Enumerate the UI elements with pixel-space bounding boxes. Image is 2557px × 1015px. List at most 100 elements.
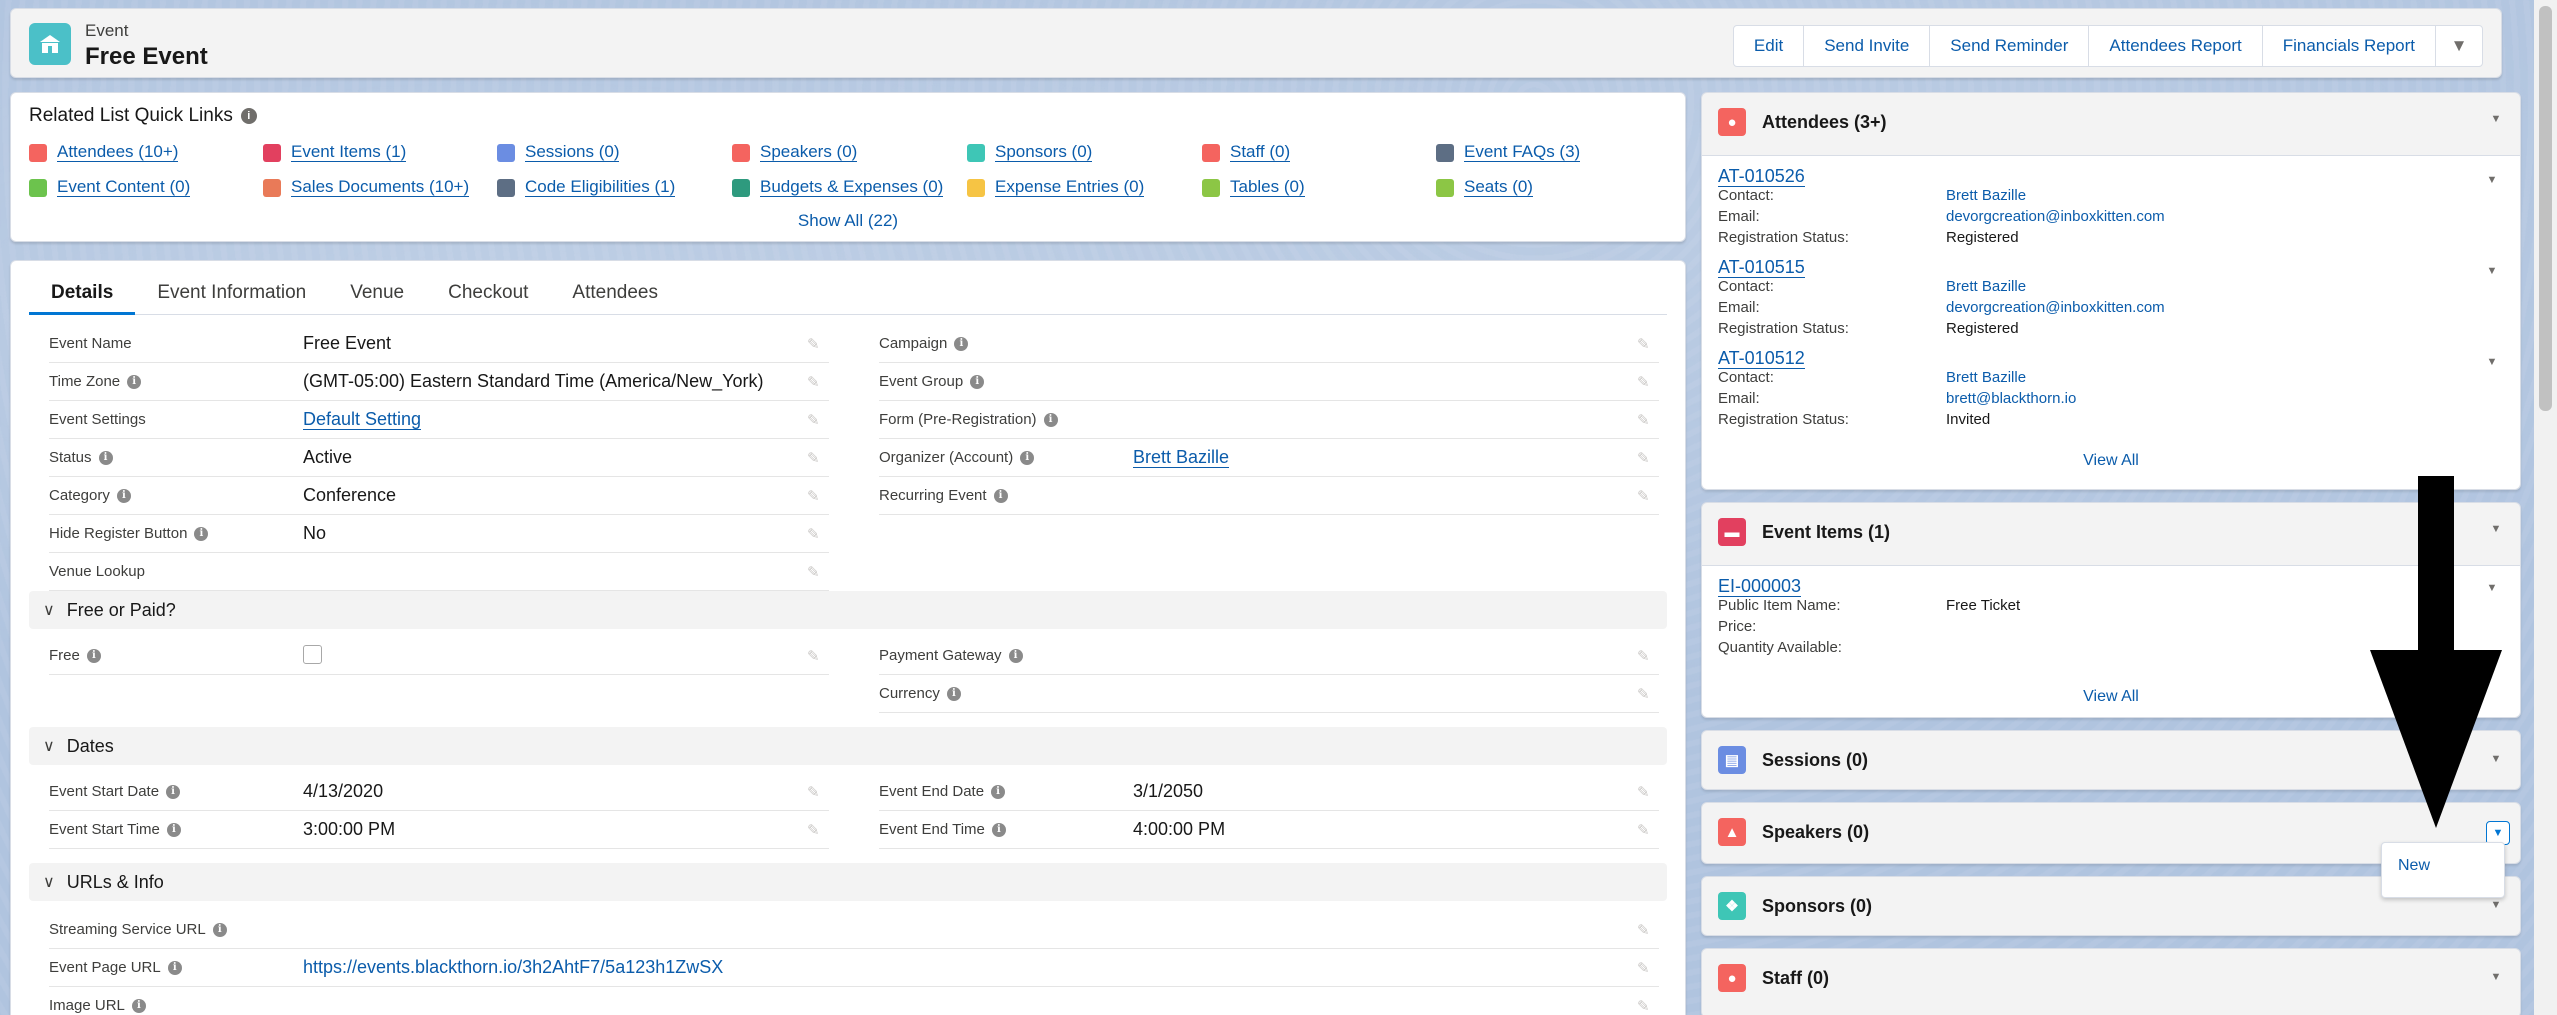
info-icon[interactable]: i: [166, 784, 181, 799]
quick-link-label[interactable]: Tables (0): [1230, 178, 1305, 197]
edit-pencil-icon[interactable]: ✎: [807, 449, 823, 467]
section-urls-info[interactable]: ∨ URLs & Info: [29, 863, 1667, 901]
info-icon[interactable]: i: [166, 822, 181, 837]
tab-checkout[interactable]: Checkout: [426, 271, 550, 314]
quick-link-label[interactable]: Staff (0): [1230, 143, 1291, 162]
contact-link[interactable]: Brett Bazille: [1946, 369, 2026, 386]
quick-link[interactable]: Expense Entries (0): [967, 178, 1145, 197]
email-link[interactable]: devorgcreation@inboxkitten.com: [1946, 299, 2165, 316]
edit-pencil-icon[interactable]: ✎: [1637, 783, 1653, 801]
info-icon[interactable]: i: [1020, 450, 1035, 465]
info-icon[interactable]: i: [194, 526, 209, 541]
info-icon[interactable]: i: [970, 374, 985, 389]
edit-pencil-icon[interactable]: ✎: [1637, 449, 1653, 467]
page-scrollbar[interactable]: [2534, 0, 2557, 1015]
quick-link-label[interactable]: Expense Entries (0): [995, 178, 1145, 197]
quick-link-label[interactable]: Sales Documents (10+): [291, 178, 470, 197]
view-all-link[interactable]: View All: [1702, 452, 2520, 470]
event-page-url-link[interactable]: https://events.blackthorn.io/3h2AhtF7/5a…: [303, 957, 723, 978]
info-icon[interactable]: i: [131, 998, 146, 1013]
info-icon[interactable]: i: [1008, 648, 1023, 663]
info-icon[interactable]: i: [127, 374, 142, 389]
tab-venue[interactable]: Venue: [328, 271, 426, 314]
contact-link[interactable]: Brett Bazille: [1946, 278, 2026, 295]
edit-pencil-icon[interactable]: ✎: [1637, 821, 1653, 839]
card-title[interactable]: Sponsors (0): [1762, 896, 1872, 917]
edit-pencil-icon[interactable]: ✎: [807, 783, 823, 801]
quick-link-label[interactable]: Budgets & Expenses (0): [760, 178, 944, 197]
quick-link[interactable]: Event FAQs (3): [1436, 143, 1581, 162]
field-value-link[interactable]: Brett Bazille: [1133, 447, 1230, 468]
quick-link[interactable]: Tables (0): [1202, 178, 1305, 197]
edit-pencil-icon[interactable]: ✎: [1637, 487, 1653, 505]
more-actions-chevron-down-icon[interactable]: ▼: [2436, 26, 2482, 66]
info-icon[interactable]: i: [116, 488, 131, 503]
edit-pencil-icon[interactable]: ✎: [1637, 997, 1653, 1015]
info-icon[interactable]: i: [98, 450, 113, 465]
record-id-link[interactable]: AT-010515: [1718, 257, 1805, 278]
info-icon[interactable]: i: [240, 107, 257, 124]
edit-pencil-icon[interactable]: ✎: [807, 335, 823, 353]
quick-link-label[interactable]: Speakers (0): [760, 143, 858, 162]
quick-link-label[interactable]: Sessions (0): [525, 143, 620, 162]
info-icon[interactable]: i: [946, 686, 961, 701]
quick-link-label[interactable]: Code Eligibilities (1): [525, 178, 676, 197]
show-all-link[interactable]: Show All (22): [11, 211, 1685, 231]
tab-event-information[interactable]: Event Information: [135, 271, 328, 314]
free-checkbox[interactable]: [303, 645, 322, 669]
record-menu-chevron-down-icon[interactable]: ▼: [2480, 259, 2504, 283]
quick-link[interactable]: Seats (0): [1436, 178, 1533, 197]
card-title[interactable]: Attendees (3+): [1762, 112, 1887, 133]
quick-link[interactable]: Speakers (0): [732, 143, 858, 162]
field-value-link[interactable]: Default Setting: [303, 409, 422, 430]
edit-pencil-icon[interactable]: ✎: [807, 487, 823, 505]
edit-pencil-icon[interactable]: ✎: [1637, 373, 1653, 391]
edit-pencil-icon[interactable]: ✎: [1637, 647, 1653, 665]
edit-pencil-icon[interactable]: ✎: [807, 563, 823, 581]
edit-pencil-icon[interactable]: ✎: [1637, 685, 1653, 703]
quick-link[interactable]: Code Eligibilities (1): [497, 178, 676, 197]
quick-link[interactable]: Budgets & Expenses (0): [732, 178, 944, 197]
quick-link-label[interactable]: Attendees (10+): [57, 143, 179, 162]
edit-pencil-icon[interactable]: ✎: [807, 525, 823, 543]
edit-pencil-icon[interactable]: ✎: [1637, 411, 1653, 429]
info-icon[interactable]: i: [993, 488, 1008, 503]
scrollbar-thumb[interactable]: [2539, 6, 2552, 411]
financials-report-button[interactable]: Financials Report: [2263, 26, 2436, 66]
info-icon[interactable]: i: [86, 648, 101, 663]
contact-link[interactable]: Brett Bazille: [1946, 187, 2026, 204]
quick-link[interactable]: Sponsors (0): [967, 143, 1093, 162]
card-menu-chevron-down-icon[interactable]: ▼: [2484, 107, 2508, 131]
quick-link[interactable]: Event Content (0): [29, 178, 191, 197]
quick-link-label[interactable]: Sponsors (0): [995, 143, 1093, 162]
card-title[interactable]: Staff (0): [1762, 968, 1829, 989]
edit-pencil-icon[interactable]: ✎: [807, 373, 823, 391]
edit-pencil-icon[interactable]: ✎: [807, 411, 823, 429]
quick-link[interactable]: Sales Documents (10+): [263, 178, 470, 197]
record-id-link[interactable]: EI-000003: [1718, 576, 1802, 597]
quick-link[interactable]: Attendees (10+): [29, 143, 179, 162]
send-reminder-button[interactable]: Send Reminder: [1930, 26, 2090, 66]
attendees-report-button[interactable]: Attendees Report: [2089, 26, 2263, 66]
info-icon[interactable]: i: [1043, 412, 1058, 427]
show-all-text[interactable]: Show All (22): [798, 211, 898, 230]
card-title[interactable]: Sessions (0): [1762, 750, 1868, 771]
quick-link-label[interactable]: Seats (0): [1464, 178, 1533, 197]
quick-link[interactable]: Sessions (0): [497, 143, 620, 162]
section-dates[interactable]: ∨ Dates: [29, 727, 1667, 765]
record-id-link[interactable]: AT-010512: [1718, 348, 1805, 369]
quick-link-label[interactable]: Event Content (0): [57, 178, 191, 197]
edit-pencil-icon[interactable]: ✎: [807, 647, 823, 665]
quick-link[interactable]: Staff (0): [1202, 143, 1291, 162]
edit-pencil-icon[interactable]: ✎: [807, 821, 823, 839]
edit-pencil-icon[interactable]: ✎: [1637, 921, 1653, 939]
quick-link[interactable]: Event Items (1): [263, 143, 407, 162]
info-icon[interactable]: i: [212, 922, 227, 937]
record-menu-chevron-down-icon[interactable]: ▼: [2480, 350, 2504, 374]
record-menu-chevron-down-icon[interactable]: ▼: [2480, 168, 2504, 192]
info-icon[interactable]: i: [991, 822, 1006, 837]
card-menu-chevron-down-icon[interactable]: ▼: [2484, 965, 2508, 989]
send-invite-button[interactable]: Send Invite: [1804, 26, 1931, 66]
tab-attendees[interactable]: Attendees: [550, 271, 680, 314]
card-title[interactable]: Event Items (1): [1762, 522, 1890, 543]
